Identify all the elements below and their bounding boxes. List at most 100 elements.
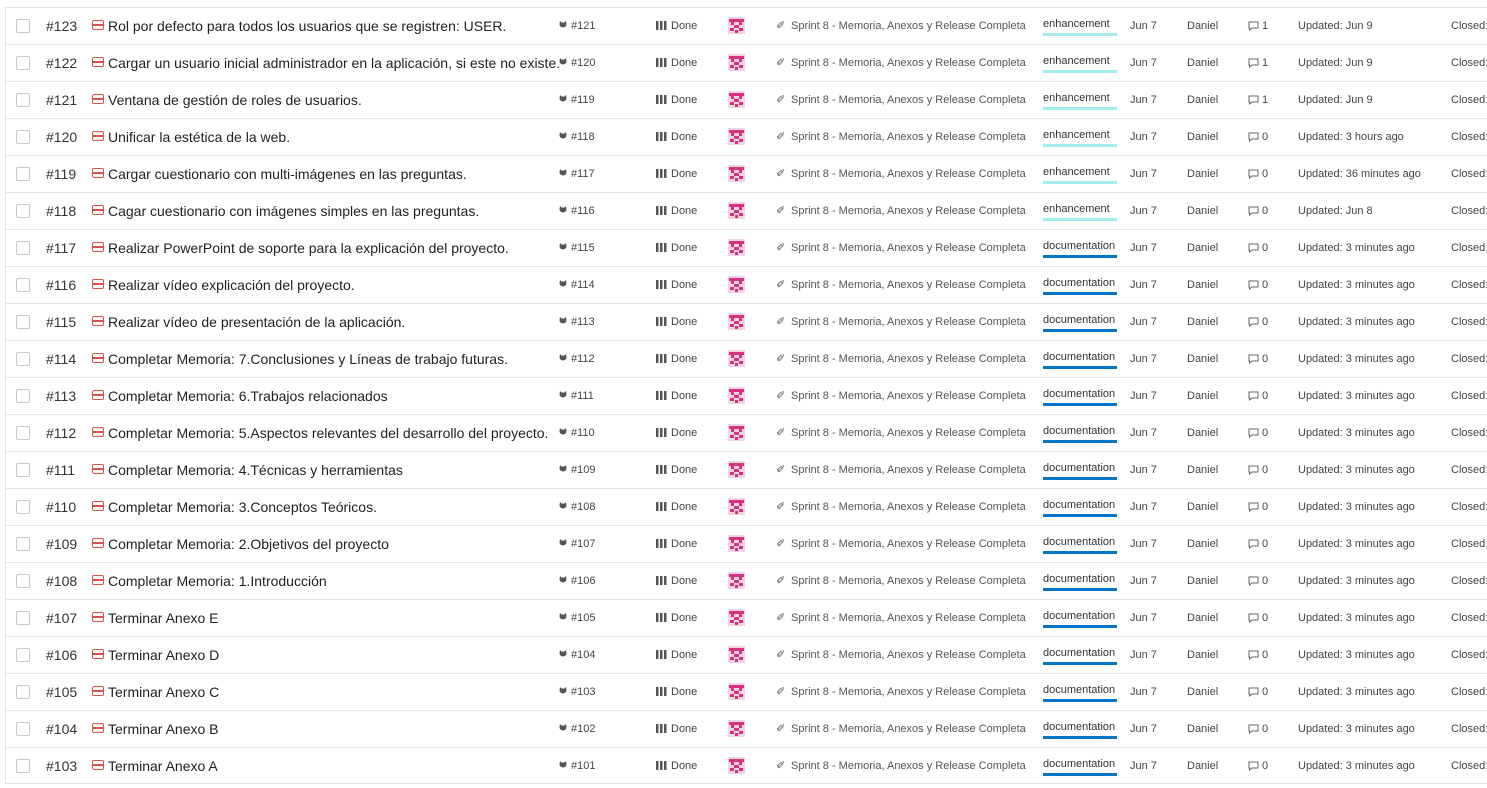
issue-title[interactable]: Rol por defecto para todos los usuarios …: [108, 8, 506, 44]
milestone[interactable]: Sprint 8 - Memoria, Anexos y Release Com…: [791, 489, 1026, 525]
issue-number[interactable]: #111: [46, 452, 75, 488]
issue-row[interactable]: #111 Completar Memoria: 4.Técnicas y her…: [6, 452, 1487, 489]
select-checkbox[interactable]: [16, 537, 30, 551]
pipeline-status[interactable]: Done: [671, 156, 697, 192]
pipeline-status[interactable]: Done: [671, 119, 697, 155]
github-issue-link[interactable]: #110: [571, 415, 595, 451]
avatar[interactable]: [728, 128, 745, 145]
github-issue-link[interactable]: #118: [571, 119, 595, 155]
issue-label[interactable]: documentation: [1043, 239, 1117, 258]
issue-label[interactable]: documentation: [1043, 646, 1117, 665]
github-issue-link[interactable]: #108: [571, 489, 595, 525]
milestone[interactable]: Sprint 8 - Memoria, Anexos y Release Com…: [791, 45, 1026, 81]
pipeline-status[interactable]: Done: [671, 674, 697, 710]
select-checkbox[interactable]: [16, 315, 30, 329]
select-checkbox[interactable]: [16, 759, 30, 773]
avatar[interactable]: [728, 54, 745, 71]
issue-title[interactable]: Ventana de gestión de roles de usuarios.: [108, 82, 362, 118]
select-checkbox[interactable]: [16, 463, 30, 477]
assignee[interactable]: Daniel: [1187, 193, 1218, 229]
github-issue-link[interactable]: #103: [571, 674, 595, 710]
assignee[interactable]: Daniel: [1187, 748, 1218, 783]
select-checkbox[interactable]: [16, 19, 30, 33]
issue-number[interactable]: #114: [46, 341, 76, 377]
issue-title[interactable]: Completar Memoria: 6.Trabajos relacionad…: [108, 378, 388, 414]
assignee[interactable]: Daniel: [1187, 304, 1218, 340]
issue-row[interactable]: #112 Completar Memoria: 5.Aspectos relev…: [6, 415, 1487, 452]
milestone[interactable]: Sprint 8 - Memoria, Anexos y Release Com…: [791, 82, 1026, 118]
assignee[interactable]: Daniel: [1187, 119, 1218, 155]
assignee[interactable]: Daniel: [1187, 489, 1218, 525]
issue-row[interactable]: #122 Cargar un usuario inicial administr…: [6, 45, 1487, 82]
issue-title[interactable]: Completar Memoria: 2.Objetivos del proye…: [108, 526, 389, 562]
select-checkbox[interactable]: [16, 130, 30, 144]
pipeline-status[interactable]: Done: [671, 341, 697, 377]
issue-number[interactable]: #113: [46, 378, 76, 414]
assignee[interactable]: Daniel: [1187, 415, 1218, 451]
avatar[interactable]: [728, 720, 745, 737]
assignee[interactable]: Daniel: [1187, 8, 1218, 44]
select-checkbox[interactable]: [16, 574, 30, 588]
assignee[interactable]: Daniel: [1187, 452, 1218, 488]
issue-label[interactable]: documentation: [1043, 683, 1117, 702]
issue-number[interactable]: #108: [46, 563, 77, 599]
issue-row[interactable]: #116 Realizar vídeo explicación del proy…: [6, 267, 1487, 304]
issue-row[interactable]: #117 Realizar PowerPoint de soporte para…: [6, 230, 1487, 267]
avatar[interactable]: [728, 683, 745, 700]
assignee[interactable]: Daniel: [1187, 156, 1218, 192]
issue-label[interactable]: documentation: [1043, 498, 1117, 517]
issue-row[interactable]: #106 Terminar Anexo D #104 Done ✐ Sprint…: [6, 637, 1487, 674]
pipeline-status[interactable]: Done: [671, 415, 697, 451]
assignee[interactable]: Daniel: [1187, 563, 1218, 599]
issue-label[interactable]: enhancement: [1043, 91, 1117, 110]
milestone[interactable]: Sprint 8 - Memoria, Anexos y Release Com…: [791, 711, 1026, 747]
assignee[interactable]: Daniel: [1187, 341, 1218, 377]
select-checkbox[interactable]: [16, 685, 30, 699]
avatar[interactable]: [728, 424, 745, 441]
issue-title[interactable]: Terminar Anexo E: [108, 600, 219, 636]
issue-label[interactable]: enhancement: [1043, 17, 1117, 36]
issue-title[interactable]: Completar Memoria: 4.Técnicas y herramie…: [108, 452, 403, 488]
issue-number[interactable]: #109: [46, 526, 77, 562]
milestone[interactable]: Sprint 8 - Memoria, Anexos y Release Com…: [791, 415, 1026, 451]
avatar[interactable]: [728, 239, 745, 256]
issue-row[interactable]: #115 Realizar vídeo de presentación de l…: [6, 304, 1487, 341]
milestone[interactable]: Sprint 8 - Memoria, Anexos y Release Com…: [791, 156, 1026, 192]
select-checkbox[interactable]: [16, 93, 30, 107]
avatar[interactable]: [728, 202, 745, 219]
assignee[interactable]: Daniel: [1187, 526, 1218, 562]
issue-label[interactable]: enhancement: [1043, 54, 1117, 73]
milestone[interactable]: Sprint 8 - Memoria, Anexos y Release Com…: [791, 119, 1026, 155]
avatar[interactable]: [728, 276, 745, 293]
github-issue-link[interactable]: #117: [571, 156, 595, 192]
select-checkbox[interactable]: [16, 167, 30, 181]
issue-title[interactable]: Realizar PowerPoint de soporte para la e…: [108, 230, 509, 266]
issue-row[interactable]: #123 Rol por defecto para todos los usua…: [6, 8, 1487, 45]
issue-number[interactable]: #120: [46, 119, 77, 155]
issue-row[interactable]: #119 Cargar cuestionario con multi-imáge…: [6, 156, 1487, 193]
issue-title[interactable]: Realizar vídeo de presentación de la apl…: [108, 304, 405, 340]
assignee[interactable]: Daniel: [1187, 45, 1218, 81]
issue-number[interactable]: #119: [46, 156, 76, 192]
issue-number[interactable]: #121: [46, 82, 77, 118]
issue-title[interactable]: Terminar Anexo D: [108, 637, 219, 673]
github-issue-link[interactable]: #121: [571, 8, 595, 44]
issue-label[interactable]: documentation: [1043, 350, 1117, 369]
assignee[interactable]: Daniel: [1187, 82, 1218, 118]
milestone[interactable]: Sprint 8 - Memoria, Anexos y Release Com…: [791, 563, 1026, 599]
github-issue-link[interactable]: #116: [571, 193, 595, 229]
pipeline-status[interactable]: Done: [671, 193, 697, 229]
pipeline-status[interactable]: Done: [671, 267, 697, 303]
milestone[interactable]: Sprint 8 - Memoria, Anexos y Release Com…: [791, 674, 1026, 710]
select-checkbox[interactable]: [16, 389, 30, 403]
issue-number[interactable]: #110: [46, 489, 76, 525]
assignee[interactable]: Daniel: [1187, 230, 1218, 266]
issue-title[interactable]: Terminar Anexo A: [108, 748, 218, 783]
issue-label[interactable]: enhancement: [1043, 202, 1117, 221]
issue-row[interactable]: #105 Terminar Anexo C #103 Done ✐ Sprint…: [6, 674, 1487, 711]
issue-number[interactable]: #104: [46, 711, 77, 747]
issue-row[interactable]: #110 Completar Memoria: 3.Conceptos Teór…: [6, 489, 1487, 526]
select-checkbox[interactable]: [16, 204, 30, 218]
milestone[interactable]: Sprint 8 - Memoria, Anexos y Release Com…: [791, 600, 1026, 636]
issue-label[interactable]: documentation: [1043, 757, 1117, 776]
